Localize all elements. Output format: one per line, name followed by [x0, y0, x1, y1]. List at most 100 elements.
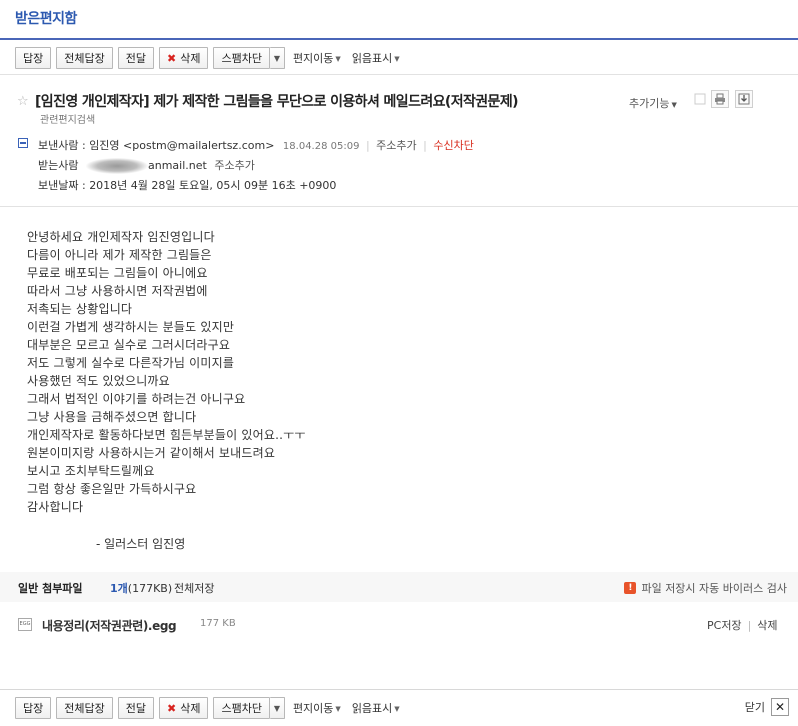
virus-scan-note: ! 파일 저장시 자동 바이러스 검사: [624, 580, 787, 596]
chevron-down-icon: ▼: [394, 55, 400, 63]
extra-functions-label: 추가기능: [629, 97, 670, 110]
attachment-file-size: 177 KB: [200, 618, 236, 629]
reply-button[interactable]: 답장: [15, 47, 52, 69]
move-menu[interactable]: 편지이동 ▼: [293, 700, 341, 716]
attachment-actions: PC저장 | 삭제: [707, 617, 778, 633]
body-line: 원본이미지랑 사용하시는거 같이해서 보내드려요: [27, 446, 276, 460]
recipient-row: 받는사람 anmail.net 주소추가: [38, 157, 255, 174]
save-icon[interactable]: [735, 90, 753, 108]
delete-x-icon: ✖: [166, 51, 177, 65]
close-area: 닫기 ✕: [745, 698, 789, 716]
attachment-count-value: 1개: [110, 582, 128, 595]
save-to-pc-link[interactable]: PC저장: [707, 619, 742, 632]
spam-options-dropdown[interactable]: ▼: [269, 697, 285, 719]
move-menu-label: 편지이동: [292, 702, 334, 715]
collapse-header-icon[interactable]: [18, 138, 28, 148]
spam-block-split-button: 스팸차단 ▼: [213, 47, 285, 69]
egg-file-icon: EGG: [18, 618, 32, 631]
body-line: 안녕하세요 개인제작자 임진영입니다: [27, 230, 215, 244]
header-divider: [0, 206, 798, 207]
delete-x-icon: ✖: [166, 701, 177, 715]
star-icon[interactable]: ☆: [17, 94, 29, 109]
body-line: 그래서 법적인 이야기를 하려는건 아니구요: [27, 392, 246, 406]
view-icon[interactable]: [691, 90, 709, 108]
virus-scan-text: 파일 저장시 자동 바이러스 검사: [641, 582, 787, 595]
body-line: 무료로 배포되는 그림들이 아니에요: [27, 266, 208, 280]
sender-row: 보낸사람 : 임진영 <postm@mailalertsz.com> 18.04…: [38, 137, 474, 153]
print-icon[interactable]: [711, 90, 729, 108]
date-value: 2018년 4월 28일 토요일, 05시 09분 16초 +0900: [89, 179, 337, 192]
chevron-down-icon: ▼: [273, 703, 281, 713]
date-row: 보낸날짜 : 2018년 4월 28일 토요일, 05시 09분 16초 +09…: [38, 177, 336, 193]
sender-value[interactable]: 임진영 <postm@mailalertsz.com>: [89, 139, 274, 152]
body-line: 개인제작자로 활동하다보면 힘든부분들이 있어요..ㅜㅜ: [27, 428, 306, 442]
redacted-recipient: [85, 158, 148, 174]
recipient-add-address-link[interactable]: 주소추가: [214, 159, 254, 172]
chevron-down-icon: ▼: [671, 101, 677, 109]
warning-icon: !: [624, 582, 637, 594]
reply-all-button[interactable]: 전체답장: [56, 47, 113, 69]
move-menu-label: 편지이동: [292, 52, 334, 65]
add-address-link[interactable]: 주소추가: [376, 139, 416, 152]
chevron-down-icon: ▼: [273, 53, 281, 63]
delete-label: 삭제: [180, 702, 201, 715]
reply-all-button[interactable]: 전체답장: [56, 697, 113, 719]
body-line: 감사합니다: [27, 500, 84, 514]
attachment-header: 일반 첨부파일 1개(177KB) 전체저장 ! 파일 저장시 자동 바이러스 …: [0, 572, 798, 602]
read-mark-menu[interactable]: 읽음표시 ▼: [352, 700, 400, 716]
block-receive-link[interactable]: 수신차단: [433, 139, 473, 152]
spam-block-split-button: 스팸차단 ▼: [213, 697, 285, 719]
divider: |: [423, 139, 427, 152]
body-line: 그럼 항상 좋은일만 가득하시구요: [27, 482, 197, 496]
read-mark-menu[interactable]: 읽음표시 ▼: [352, 50, 400, 66]
attachment-section-title: 일반 첨부파일: [18, 582, 83, 595]
divider: |: [365, 139, 370, 152]
close-label[interactable]: 닫기: [745, 699, 765, 715]
forward-button[interactable]: 전달: [117, 47, 154, 69]
recipient-value: anmail.net: [147, 159, 207, 172]
sender-label: 보낸사람: [38, 139, 79, 152]
forward-button[interactable]: 전달: [117, 697, 154, 719]
attachment-file-name[interactable]: 내용정리(저작권관련).egg: [42, 617, 177, 634]
close-icon[interactable]: ✕: [771, 698, 789, 716]
read-mark-label: 읽음표시: [351, 52, 393, 65]
body-line: 저도 그렇게 실수로 다른작가님 이미지를: [27, 356, 235, 370]
delete-button[interactable]: ✖ 삭제: [158, 697, 209, 719]
delete-button[interactable]: ✖ 삭제: [158, 47, 209, 69]
extra-functions-menu[interactable]: 추가기능 ▼: [629, 95, 677, 111]
delete-attachment-link[interactable]: 삭제: [757, 619, 777, 632]
reply-button[interactable]: 답장: [15, 697, 52, 719]
move-menu[interactable]: 편지이동 ▼: [293, 50, 341, 66]
related-search-link[interactable]: 관련편지검색: [40, 111, 95, 126]
title-divider: [0, 38, 798, 40]
chevron-down-icon: ▼: [335, 55, 341, 63]
message-subject: [임진영 개인제작자] 제가 제작한 그림들을 무단으로 이용하셔 메일드려요(…: [35, 94, 519, 110]
body-line: 따라서 그냥 사용하시면 저작권법에: [27, 284, 208, 298]
read-mark-label: 읽음표시: [351, 702, 393, 715]
message-body: 안녕하세요 개인제작자 임진영입니다 다름이 아니라 제가 제작한 그림들은 무…: [27, 228, 306, 516]
chevron-down-icon: ▼: [335, 705, 341, 713]
body-line: 그냥 사용을 금해주셨으면 합니다: [27, 410, 197, 424]
mailbox-title[interactable]: 받은편지함: [15, 8, 77, 28]
top-toolbar: 답장 전체답장 전달 ✖ 삭제 스팸차단 ▼ 편지이동 ▼ 읽음표시 ▼: [0, 42, 798, 75]
save-all-link[interactable]: 전체저장: [174, 580, 214, 596]
spam-options-dropdown[interactable]: ▼: [269, 47, 285, 69]
attachment-count: 1개(177KB): [110, 580, 172, 596]
date-label: 보낸날짜: [38, 179, 79, 192]
attachment-total-size: (177KB): [127, 582, 173, 595]
chevron-down-icon: ▼: [394, 705, 400, 713]
spam-block-button[interactable]: 스팸차단: [213, 697, 270, 719]
divider: |: [747, 619, 752, 632]
body-line: 다름이 아니라 제가 제작한 그림들은: [27, 248, 212, 262]
body-line: 대부분은 모르고 실수로 그러시더라구요: [27, 338, 231, 352]
bottom-toolbar: 답장 전체답장 전달 ✖ 삭제 스팸차단 ▼ 편지이동 ▼ 읽음표시 ▼ 닫기 ✕: [0, 689, 798, 726]
body-line: 저촉되는 상황입니다: [27, 302, 133, 316]
spam-block-button[interactable]: 스팸차단: [213, 47, 270, 69]
recipient-label: 받는사람: [38, 159, 79, 172]
body-line: 보시고 조치부탁드릴께요: [27, 464, 155, 478]
delete-label: 삭제: [180, 52, 201, 65]
body-line: 이런걸 가볍게 생각하시는 분들도 있지만: [27, 320, 235, 334]
body-line: 사용했던 적도 있었으니까요: [27, 374, 170, 388]
sent-time: 18.04.28 05:09: [282, 141, 360, 152]
signature: - 일러스터 임진영: [96, 537, 186, 551]
